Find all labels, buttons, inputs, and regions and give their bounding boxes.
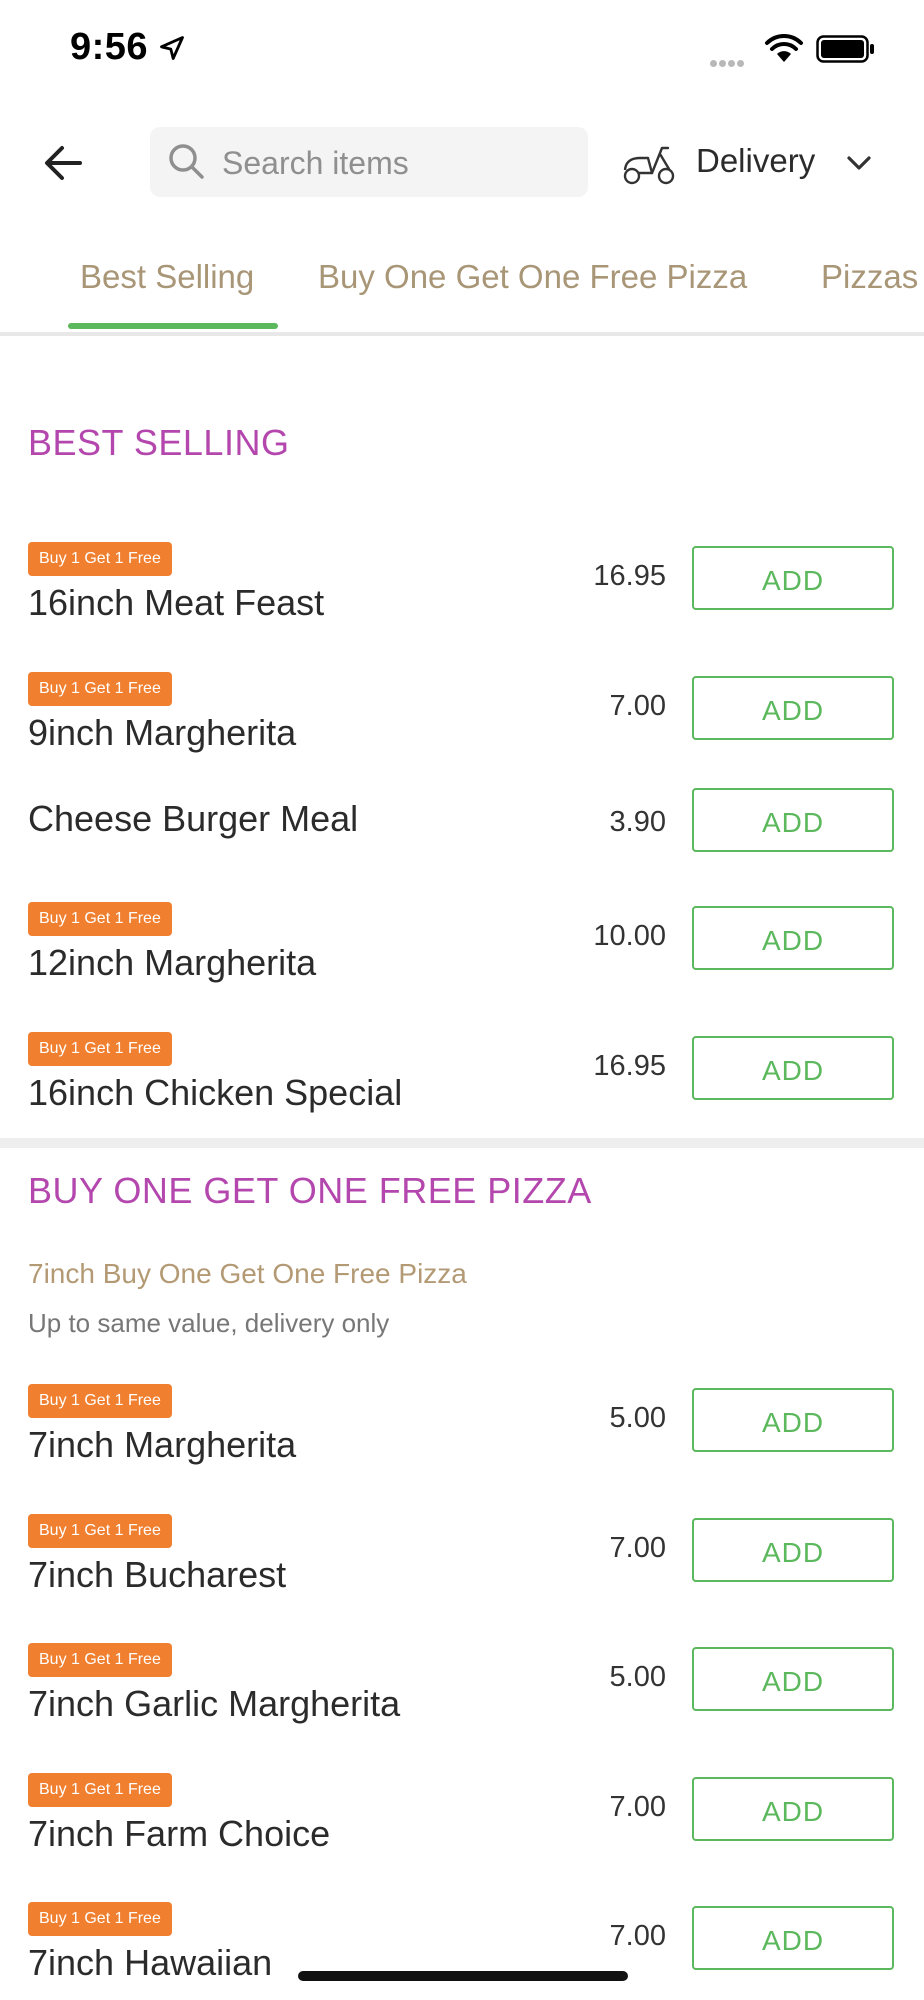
- promo-badge: Buy 1 Get 1 Free: [28, 672, 172, 706]
- item-price: 16.95: [593, 560, 666, 592]
- add-button[interactable]: ADD: [692, 1647, 894, 1711]
- scooter-icon: [623, 146, 675, 185]
- item-name: Cheese Burger Meal: [28, 798, 359, 839]
- add-button[interactable]: ADD: [692, 546, 894, 610]
- promo-subtitle: Up to same value, delivery only: [28, 1308, 390, 1338]
- item-price: 10.00: [593, 920, 666, 952]
- add-button[interactable]: ADD: [692, 676, 894, 740]
- search-input[interactable]: [220, 127, 574, 199]
- add-button[interactable]: ADD: [692, 1906, 894, 1970]
- section-divider: [0, 1138, 924, 1148]
- item-name: 7inch Margherita: [28, 1424, 297, 1465]
- item-name: 16inch Meat Feast: [28, 582, 325, 623]
- item-name: 7inch Bucharest: [28, 1554, 287, 1595]
- add-button[interactable]: ADD: [692, 788, 894, 852]
- add-button[interactable]: ADD: [692, 906, 894, 970]
- chevron-down-icon: [847, 156, 871, 170]
- promo-title: 7inch Buy One Get One Free Pizza: [28, 1258, 467, 1289]
- promo-badge: Buy 1 Get 1 Free: [28, 1384, 172, 1418]
- delivery-mode-selector[interactable]: Delivery: [622, 138, 882, 188]
- promo-badge: Buy 1 Get 1 Free: [28, 1032, 172, 1066]
- item-price: 3.90: [609, 806, 666, 838]
- delivery-label: Delivery: [696, 142, 816, 179]
- tab-pizzas[interactable]: Pizzas: [821, 258, 918, 296]
- promo-badge: Buy 1 Get 1 Free: [28, 542, 172, 576]
- item-price: 16.95: [593, 1050, 666, 1082]
- promo-badge: Buy 1 Get 1 Free: [28, 1773, 172, 1807]
- back-arrow-icon[interactable]: [40, 140, 86, 186]
- cellular-signal-icon: [710, 54, 746, 72]
- status-time: 9:56: [70, 26, 149, 68]
- item-name: 7inch Farm Choice: [28, 1813, 331, 1854]
- search-icon: [169, 144, 204, 179]
- item-price: 5.00: [609, 1402, 666, 1434]
- search-box[interactable]: [150, 127, 588, 199]
- item-price: 5.00: [609, 1661, 666, 1693]
- add-button[interactable]: ADD: [692, 1388, 894, 1452]
- item-price: 7.00: [609, 1920, 666, 1952]
- item-price: 7.00: [609, 1791, 666, 1823]
- promo-badge: Buy 1 Get 1 Free: [28, 1514, 172, 1548]
- item-name: 7inch Hawaiian: [28, 1942, 273, 1983]
- item-price: 7.00: [609, 690, 666, 722]
- section-title-best-selling: BEST SELLING: [28, 422, 290, 463]
- category-tabs: Best Selling Buy One Get One Free Pizza …: [0, 240, 924, 336]
- add-button[interactable]: ADD: [692, 1777, 894, 1841]
- wifi-icon: [765, 33, 803, 62]
- promo-badge: Buy 1 Get 1 Free: [28, 1902, 172, 1936]
- add-button[interactable]: ADD: [692, 1518, 894, 1582]
- add-button[interactable]: ADD: [692, 1036, 894, 1100]
- battery-icon: [816, 35, 874, 63]
- item-name: 16inch Chicken Special: [28, 1072, 403, 1113]
- active-tab-indicator: [68, 323, 278, 329]
- item-price: 7.00: [609, 1532, 666, 1564]
- tab-best-selling[interactable]: Best Selling: [80, 258, 254, 296]
- location-arrow-icon: [160, 36, 184, 60]
- item-name: 9inch Margherita: [28, 712, 297, 753]
- section-title-buy-one-get-one-free-pizza: BUY ONE GET ONE FREE PIZZA: [28, 1170, 592, 1211]
- tab-buy-one-get-one-free-pizza[interactable]: Buy One Get One Free Pizza: [318, 258, 747, 296]
- promo-badge: Buy 1 Get 1 Free: [28, 1643, 172, 1677]
- item-name: 7inch Garlic Margherita: [28, 1683, 401, 1724]
- promo-badge: Buy 1 Get 1 Free: [28, 902, 172, 936]
- item-name: 12inch Margherita: [28, 942, 317, 983]
- home-indicator: [298, 1971, 628, 1981]
